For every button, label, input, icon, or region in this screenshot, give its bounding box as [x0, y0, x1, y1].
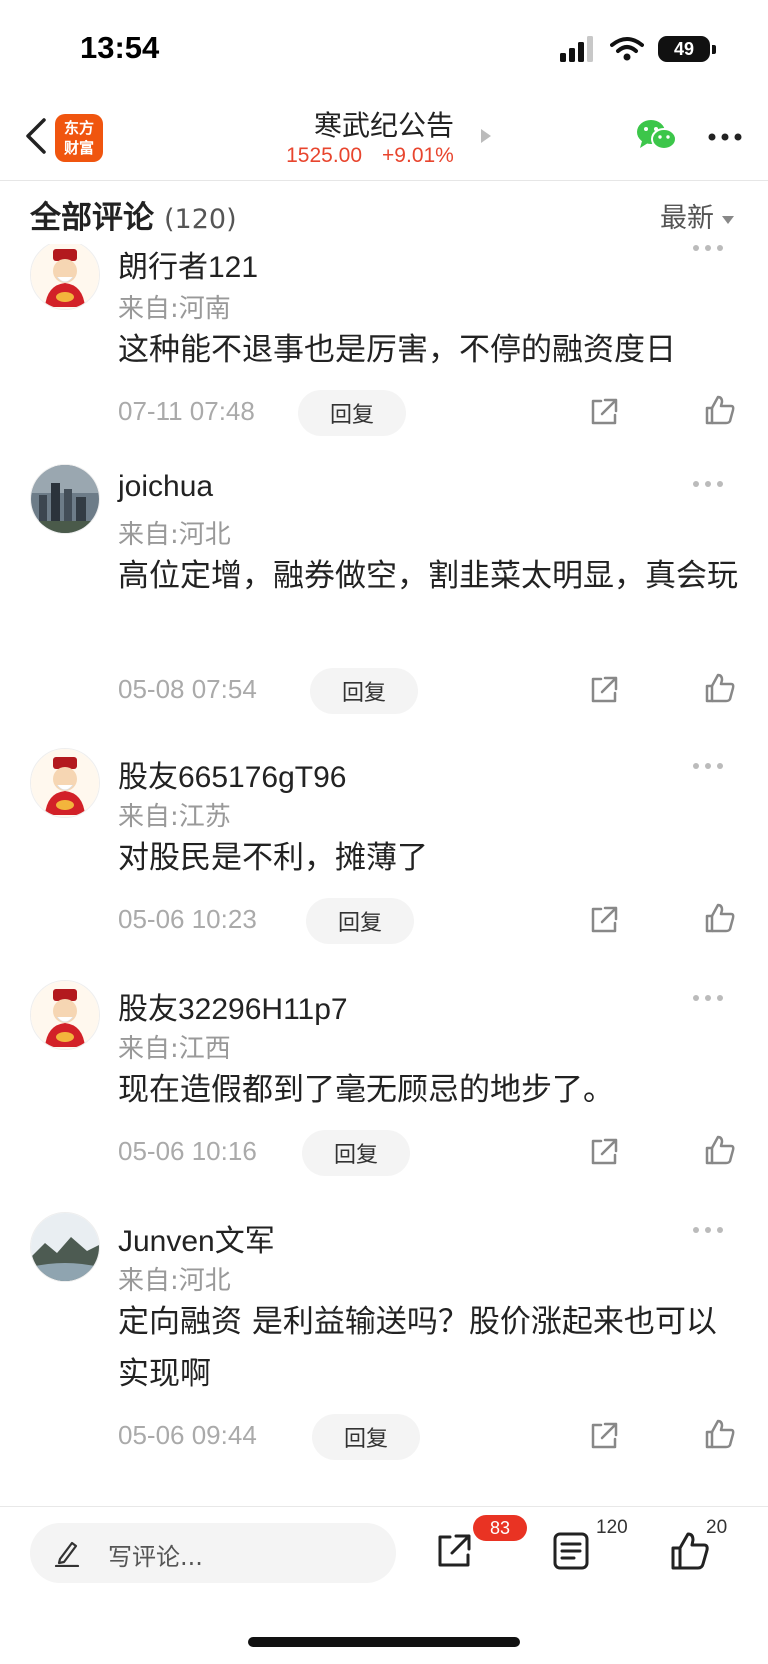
comment-input[interactable]: 写评论... — [30, 1523, 396, 1583]
wechat-icon[interactable] — [636, 118, 678, 154]
battery-level: 49 — [658, 36, 710, 62]
thumbs-up-icon[interactable] — [704, 1134, 736, 1166]
reply-label: 回复 — [337, 911, 382, 936]
comment-time: 07-11 07:48 — [118, 396, 255, 426]
more-options-icon[interactable] — [692, 1226, 724, 1234]
avatar[interactable] — [30, 748, 100, 818]
more-options-icon[interactable] — [692, 480, 724, 488]
stock-change: +9.01% — [382, 144, 454, 167]
comment-time: 05-06 10:23 — [118, 904, 257, 934]
user-location: 来自:江苏 — [118, 802, 231, 832]
stock-quote[interactable]: 1525.00 +9.01% — [0, 144, 740, 168]
comments-title: 全部评论 — [30, 200, 154, 236]
nav-bar: 东方 财富 寒武纪公告 1525.00 +9.01% — [0, 100, 768, 181]
thumbs-up-icon[interactable] — [704, 394, 736, 426]
cityscape-avatar-icon — [31, 465, 99, 533]
user-location: 来自:河南 — [118, 294, 231, 324]
reply-button[interactable]: 回复 — [298, 390, 406, 436]
thumbs-up-icon[interactable] — [670, 1531, 710, 1571]
comments-icon[interactable] — [552, 1531, 590, 1571]
reply-label: 回复 — [341, 681, 386, 706]
comments-total: 120 — [596, 1517, 628, 1538]
more-options-icon[interactable] — [692, 244, 724, 252]
comment-list[interactable]: 朗行者121 来自:河南 这种能不退事也是厉害，不停的融资度日 07-11 07… — [0, 244, 768, 1506]
sort-dropdown[interactable]: 最新 — [660, 196, 734, 235]
status-time: 13:54 — [80, 30, 160, 65]
share-icon[interactable] — [434, 1531, 474, 1571]
share-icon[interactable] — [588, 904, 620, 936]
reply-button[interactable]: 回复 — [302, 1130, 410, 1176]
pencil-icon — [54, 1541, 80, 1567]
comment-input-placeholder: 写评论... — [108, 1543, 203, 1571]
home-indicator[interactable] — [248, 1637, 520, 1647]
username[interactable]: Junven文军 — [118, 1216, 275, 1260]
more-options-icon[interactable] — [692, 994, 724, 1002]
reply-label: 回复 — [333, 1143, 378, 1168]
share-icon[interactable] — [588, 674, 620, 706]
comment-text: 这种能不退事也是厉害，不停的融资度日 — [118, 332, 676, 368]
thumbs-up-icon[interactable] — [704, 902, 736, 934]
avatar[interactable] — [30, 244, 100, 310]
share-icon[interactable] — [588, 1420, 620, 1452]
caret-right-icon — [481, 129, 491, 143]
battery-icon: 49 — [658, 36, 716, 62]
sort-label: 最新 — [660, 203, 714, 234]
comments-header: 全部评论 (120) 最新 — [30, 192, 740, 242]
reply-button[interactable]: 回复 — [312, 1414, 420, 1460]
comment-text: 现在造假都到了毫无顾忌的地步了。 — [118, 1072, 614, 1108]
reply-button[interactable]: 回复 — [310, 668, 418, 714]
landscape-avatar-icon — [31, 1213, 99, 1281]
comment-time: 05-08 07:54 — [118, 674, 257, 704]
avatar[interactable] — [30, 980, 100, 1050]
comment-time: 05-06 10:16 — [118, 1136, 257, 1166]
reply-label: 回复 — [343, 1427, 388, 1452]
likes-total: 20 — [706, 1517, 728, 1538]
share-icon[interactable] — [588, 1136, 620, 1168]
caishen-avatar-icon — [31, 749, 99, 817]
caishen-avatar-icon — [31, 981, 99, 1049]
comment-text: 对股民是不利，摊薄了 — [118, 840, 428, 876]
comment-text: 定向融资 是利益输送吗？股价涨起来也可以实现啊 — [118, 1304, 717, 1392]
user-location: 来自:河北 — [118, 1266, 231, 1296]
thumbs-up-icon[interactable] — [704, 1418, 736, 1450]
status-bar: 13:54 49 — [0, 0, 768, 100]
share-count-badge: 83 — [473, 1515, 527, 1541]
avatar[interactable] — [30, 464, 100, 534]
wifi-icon — [610, 37, 644, 61]
user-location: 来自:江西 — [118, 1034, 231, 1064]
more-options-icon[interactable] — [692, 762, 724, 770]
username[interactable]: 股友665176gT96 — [118, 752, 347, 796]
more-options-icon[interactable] — [708, 133, 742, 141]
reply-button[interactable]: 回复 — [306, 898, 414, 944]
caret-down-icon — [722, 215, 734, 224]
share-icon[interactable] — [588, 396, 620, 428]
stock-price: 1525.00 — [286, 144, 363, 167]
avatar[interactable] — [30, 1212, 100, 1282]
comment-time: 05-06 09:44 — [118, 1420, 257, 1450]
thumbs-up-icon[interactable] — [704, 672, 736, 704]
reply-label: 回复 — [329, 403, 374, 428]
comment-text: 高位定增，融券做空，割韭菜太明显，真会玩 — [118, 558, 738, 594]
username[interactable]: 股友32296H11p7 — [118, 984, 348, 1028]
username[interactable]: joichua — [118, 470, 213, 504]
user-location: 来自:河北 — [118, 520, 231, 550]
comments-count: (120) — [164, 204, 237, 235]
caishen-avatar-icon — [31, 244, 99, 309]
username[interactable]: 朗行者121 — [118, 244, 258, 286]
cellular-signal-icon — [560, 36, 593, 62]
